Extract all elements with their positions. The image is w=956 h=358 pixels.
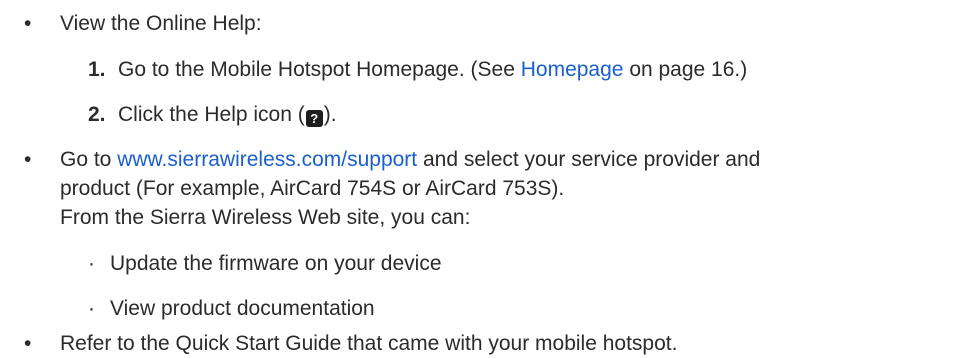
sub-item-firmware: Update the firmware on your device	[110, 252, 442, 275]
bullet-text: Go to	[60, 148, 112, 171]
step-text: on page 16.)	[629, 58, 748, 81]
bullet-text: Refer to the Quick Start Guide that came…	[60, 332, 678, 355]
step-text: ).	[323, 103, 337, 126]
support-site-link[interactable]: www.sierrawireless.com/support	[117, 148, 417, 171]
step-number: 2.	[88, 103, 106, 126]
sub-bullet-marker: ·	[88, 297, 95, 320]
step-text: Click the Help icon (	[118, 103, 305, 126]
homepage-link[interactable]: Homepage	[521, 58, 624, 81]
bullet-marker: •	[24, 12, 32, 35]
bullet-item-website-line2: product (For example, AirCard 754S or Ai…	[60, 177, 565, 200]
bullet-item-website-line3: From the Sierra Wireless Web site, you c…	[60, 206, 471, 229]
bullet-marker: •	[24, 332, 32, 355]
step-text: Go to the Mobile Hotspot Homepage. (See	[118, 58, 515, 81]
step-number: 1.	[88, 58, 106, 81]
bullet-marker: •	[24, 148, 32, 171]
bullet-text: View the Online Help:	[60, 12, 262, 35]
help-icon: ?	[305, 110, 323, 127]
bullet-item-quick-start: Refer to the Quick Start Guide that came…	[60, 329, 677, 358]
bullet-item-website: Go to www.sierrawireless.com/support and…	[60, 145, 760, 174]
sub-bullet-marker: ·	[88, 252, 95, 275]
help-resources-section: • View the Online Help: 1. Go to the Mob…	[0, 0, 956, 355]
bullet-item-online-help: View the Online Help:	[60, 9, 262, 38]
step-item-homepage: Go to the Mobile Hotspot Homepage. (See …	[118, 55, 747, 84]
step-item-help-icon: Click the Help icon (?).	[118, 100, 337, 129]
sub-item-documentation: View product documentation	[110, 297, 375, 320]
bullet-text: and select your service provider and	[422, 148, 761, 171]
